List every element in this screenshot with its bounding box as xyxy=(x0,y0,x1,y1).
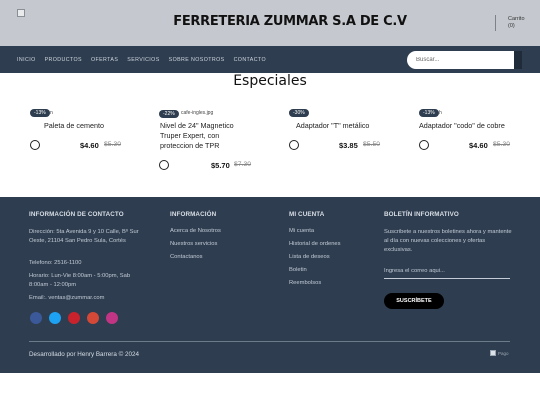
nav-item-ofertas[interactable]: OFERTAS xyxy=(91,57,118,63)
link-refunds[interactable]: Reembolsos xyxy=(289,280,321,286)
contact-heading: INFORMACIÓN DE CONTACTO xyxy=(29,211,124,218)
account-heading: MI CUENTA xyxy=(289,211,325,218)
contact-email[interactable]: Email:. ventas@zummar.com xyxy=(29,294,104,303)
search-input[interactable] xyxy=(416,55,506,65)
subscribe-button[interactable]: SUSCRÍBETE xyxy=(384,293,444,309)
product-image: cafe-ingles.jpg xyxy=(181,110,214,116)
product-card[interactable]: h -13% Adaptador "codo" de cobre $4.60 $… xyxy=(419,109,531,189)
newsletter-text: Suscribete a nuestros boletines ahora y … xyxy=(384,229,512,253)
nav-item-sobre-nosotros[interactable]: SOBRE NOSOTROS xyxy=(169,57,225,63)
link-wishlist[interactable]: Lista de deseos xyxy=(289,254,330,260)
link-order-history[interactable]: Historial de ordenes xyxy=(289,241,341,247)
product-name[interactable]: Paleta de cemento xyxy=(44,121,134,131)
product-old-price: $5.30 xyxy=(493,141,511,148)
discount-badge: -22% xyxy=(159,110,179,118)
newsletter-heading: BOLETÍN INFORMATIVO xyxy=(384,211,459,218)
discount-badge: -13% xyxy=(419,109,439,117)
contact-phone: Telefono: 2516-1100 xyxy=(29,260,82,266)
product-image: n xyxy=(50,110,53,116)
product-card[interactable]: n -13% Paleta de cemento $4.60 $5.30 xyxy=(30,109,142,189)
product-price: $4.60 xyxy=(80,141,99,150)
product-image: h xyxy=(439,110,442,116)
cart-divider xyxy=(495,15,496,31)
product-price: $4.60 xyxy=(469,141,488,150)
discount-badge: -30% xyxy=(289,109,309,117)
footer-credit: Desarrollado por Henry Barrera © 2024 xyxy=(29,351,139,358)
select-radio[interactable] xyxy=(289,140,299,150)
link-newsletter[interactable]: Boletin xyxy=(289,267,307,273)
twitter-icon[interactable] xyxy=(49,312,61,324)
info-heading: INFORMACIÓN xyxy=(170,211,217,218)
select-radio[interactable] xyxy=(30,140,40,150)
top-header: FERRETERIA ZUMMAR S.A DE C.V Carrito (0) xyxy=(0,0,540,46)
site-title: FERRETERIA ZUMMAR S.A DE C.V xyxy=(173,14,407,29)
product-old-price: $5.50 xyxy=(363,141,381,148)
pinterest-icon[interactable] xyxy=(68,312,80,324)
broken-image-icon xyxy=(490,350,496,356)
nav-item-inicio[interactable]: INICIO xyxy=(17,57,36,63)
contact-address: Dirección: 5ta Avenida 9 y 10 Calle, Bº … xyxy=(29,229,139,244)
instagram-icon[interactable] xyxy=(106,312,118,324)
select-radio[interactable] xyxy=(159,160,169,170)
product-price: $3.85 xyxy=(339,141,358,150)
product-card[interactable]: cafe-ingles.jpg -22% Nivel de 24" Magnet… xyxy=(159,109,271,189)
payment-alt-text: Pago xyxy=(498,350,509,356)
product-old-price: $5.30 xyxy=(104,141,122,148)
cart-label: Carrito xyxy=(508,16,525,22)
contact-hours: Horario: Lun-Vie 8:00am - 5:00pm, Sab 8:… xyxy=(29,273,131,288)
search-box xyxy=(407,51,522,69)
link-about-us[interactable]: Acerca de Nosotros xyxy=(170,228,221,234)
nav-item-servicios[interactable]: SERVICIOS xyxy=(127,57,159,63)
product-name[interactable]: Adaptador "T" metálico xyxy=(296,121,396,131)
search-button[interactable] xyxy=(514,51,522,69)
facebook-icon[interactable] xyxy=(30,312,42,324)
product-price: $5.70 xyxy=(211,161,230,170)
product-old-price: $7.30 xyxy=(234,161,252,168)
product-card[interactable]: na -30% Adaptador "T" metálico $3.85 $5.… xyxy=(289,109,401,189)
product-name[interactable]: Adaptador "codo" de cobre xyxy=(419,121,519,131)
link-our-services[interactable]: Nuestros servicios xyxy=(170,241,217,247)
nav-menu: INICIO PRODUCTOS OFERTAS SERVICIOS SOBRE… xyxy=(17,57,275,63)
footer-divider xyxy=(29,341,510,342)
google-plus-icon[interactable] xyxy=(87,312,99,324)
cart-count: (0) xyxy=(508,23,515,29)
newsletter-email-input[interactable] xyxy=(384,263,510,279)
discount-badge: -13% xyxy=(30,109,50,117)
nav-item-productos[interactable]: PRODUCTOS xyxy=(45,57,82,63)
cart-link[interactable]: Carrito (0) xyxy=(508,16,525,30)
link-contact-us[interactable]: Contactanos xyxy=(170,254,203,260)
product-name[interactable]: Nivel de 24" Magnetico Truper Expert, co… xyxy=(160,121,246,151)
payment-methods-image: Pago xyxy=(490,350,509,356)
link-my-account[interactable]: Mi cuenta xyxy=(289,228,314,234)
specials-title: Especiales xyxy=(233,73,307,89)
select-radio[interactable] xyxy=(419,140,429,150)
nav-item-contacto[interactable]: CONTACTO xyxy=(234,57,266,63)
